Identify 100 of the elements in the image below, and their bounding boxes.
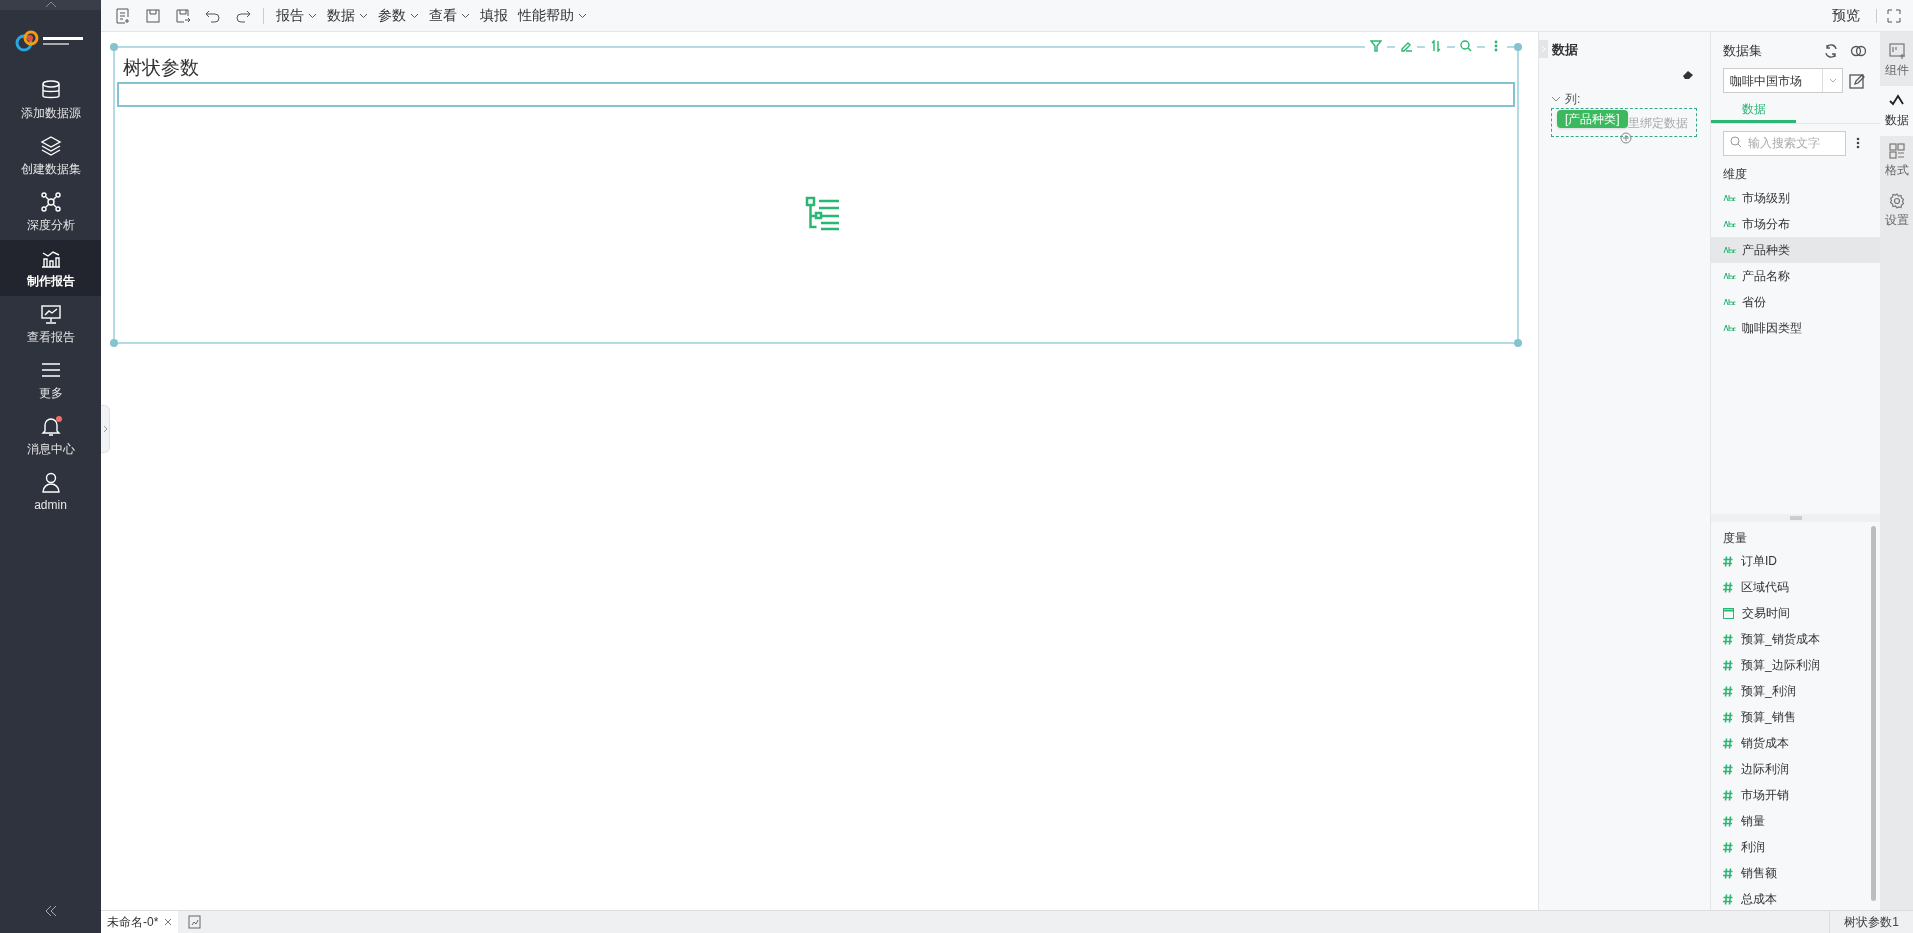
- field-item[interactable]: 订单ID: [1711, 548, 1871, 574]
- new-report-icon[interactable]: [115, 7, 131, 24]
- caret-icon: [461, 12, 470, 19]
- menu-button[interactable]: 填报: [480, 5, 508, 26]
- number-type-icon: [1723, 581, 1733, 593]
- panel-toggle-icon[interactable]: [1541, 45, 1546, 53]
- text-type-icon: [1723, 195, 1736, 201]
- caret-icon: [359, 12, 368, 19]
- layers-icon: [39, 134, 62, 157]
- sidebar-item[interactable]: 查看报告: [0, 296, 101, 352]
- tree-input-field[interactable]: [117, 82, 1515, 107]
- sidebar-item[interactable]: 添加数据源: [0, 72, 101, 128]
- number-type-icon: [1723, 633, 1733, 645]
- refresh-icon[interactable]: [1824, 44, 1838, 58]
- search-field[interactable]: 输入搜索文字: [1723, 130, 1846, 156]
- link-icon[interactable]: [1850, 45, 1868, 57]
- fullscreen-icon[interactable]: [1887, 8, 1901, 23]
- document-tab[interactable]: 未命名-0*: [101, 911, 179, 933]
- chevron-icon[interactable]: [1551, 94, 1561, 104]
- text-type-icon: [1723, 221, 1736, 227]
- save-as-icon[interactable]: [175, 7, 191, 24]
- edit-icon[interactable]: [1849, 72, 1865, 89]
- section-label: 列:: [1565, 91, 1581, 108]
- field-item[interactable]: 预算_销售: [1711, 704, 1871, 730]
- collapse-up-icon[interactable]: [43, 0, 58, 8]
- field-item[interactable]: 总成本: [1711, 886, 1871, 912]
- preview-button[interactable]: 预览: [1826, 5, 1866, 26]
- field-item[interactable]: 销货成本: [1711, 730, 1871, 756]
- sidebar-item[interactable]: 创建数据集: [0, 128, 101, 184]
- resize-handle[interactable]: [110, 43, 118, 51]
- section-label: 度量: [1722, 530, 1748, 547]
- widget-title: 树状参数: [123, 56, 199, 80]
- caret-icon: [308, 12, 317, 19]
- panel-title: 数据: [1552, 41, 1578, 59]
- scrollbar[interactable]: [1871, 526, 1876, 901]
- field-item[interactable]: 产品种类: [1711, 237, 1880, 263]
- sidebar-item[interactable]: 消息中心: [0, 408, 101, 464]
- status-tab[interactable]: 树状参数1: [1829, 911, 1913, 933]
- sidebar-item[interactable]: 制作报告: [0, 240, 101, 296]
- save-icon[interactable]: [145, 7, 161, 24]
- field-item[interactable]: 市场开销: [1711, 782, 1871, 808]
- panel-title: 数据集: [1723, 42, 1763, 61]
- menu-button[interactable]: 报告: [276, 5, 317, 26]
- text-type-icon: [1723, 299, 1736, 305]
- search-icon: [1730, 136, 1742, 148]
- number-type-icon: [1723, 685, 1733, 697]
- menu-button[interactable]: 查看: [429, 5, 470, 26]
- resize-handle[interactable]: [1514, 43, 1522, 51]
- field-item[interactable]: 边际利润: [1711, 756, 1871, 782]
- resize-handle[interactable]: [1514, 339, 1522, 347]
- sidebar-item[interactable]: admin: [0, 464, 101, 520]
- close-icon[interactable]: [164, 918, 173, 926]
- number-type-icon: [1723, 763, 1733, 775]
- resize-handle[interactable]: [110, 339, 118, 347]
- number-type-icon: [1723, 893, 1733, 905]
- text-type-icon: [1723, 247, 1736, 253]
- number-type-icon: [1723, 867, 1733, 879]
- field-item[interactable]: 预算_销货成本: [1711, 626, 1871, 652]
- field-item[interactable]: 产品名称: [1711, 263, 1880, 289]
- collapse-left-icon[interactable]: [43, 905, 58, 917]
- placeholder-text: 里绑定数据: [1628, 114, 1688, 132]
- menu-button[interactable]: 性能帮助: [518, 5, 587, 26]
- calendar-icon: [1723, 607, 1734, 619]
- caret-icon: [410, 12, 419, 19]
- side-tab[interactable]: 设置: [1880, 186, 1913, 236]
- expand-handle[interactable]: [101, 405, 110, 453]
- monitor-icon: [39, 302, 62, 325]
- splitter-handle[interactable]: [1789, 516, 1802, 520]
- more-icon[interactable]: [1856, 136, 1860, 149]
- dataset-select[interactable]: 咖啡中国市场: [1723, 68, 1843, 93]
- text-type-icon: [1723, 325, 1736, 331]
- network-icon: [39, 190, 62, 213]
- side-tab[interactable]: 数据: [1880, 86, 1913, 136]
- add-icon[interactable]: [1620, 132, 1632, 144]
- sidebar-item[interactable]: 更多: [0, 352, 101, 408]
- field-item[interactable]: 交易时间: [1711, 600, 1871, 626]
- widget-frame[interactable]: 树状参数: [113, 46, 1519, 344]
- field-item[interactable]: 咖啡因类型: [1711, 315, 1880, 341]
- number-type-icon: [1723, 711, 1733, 723]
- field-item[interactable]: 市场级别: [1711, 185, 1880, 211]
- menu-button[interactable]: 数据: [327, 5, 368, 26]
- field-item[interactable]: 预算_利润: [1711, 678, 1871, 704]
- eraser-icon[interactable]: [1682, 70, 1694, 80]
- caret-icon: [578, 12, 587, 19]
- number-type-icon: [1723, 841, 1733, 853]
- field-item[interactable]: 销量: [1711, 808, 1871, 834]
- side-tab[interactable]: 组件: [1880, 36, 1913, 86]
- report-icon[interactable]: [188, 915, 202, 929]
- field-item[interactable]: 销售额: [1711, 860, 1871, 886]
- sidebar-item[interactable]: 深度分析: [0, 184, 101, 240]
- field-item[interactable]: 市场分布: [1711, 211, 1880, 237]
- side-tab[interactable]: 格式: [1880, 136, 1913, 186]
- field-item[interactable]: 利润: [1711, 834, 1871, 860]
- field-item[interactable]: 预算_边际利润: [1711, 652, 1871, 678]
- number-type-icon: [1723, 555, 1733, 567]
- field-item[interactable]: 省份: [1711, 289, 1880, 315]
- menu-button[interactable]: 参数: [378, 5, 419, 26]
- number-type-icon: [1723, 815, 1733, 827]
- text-type-icon: [1723, 273, 1736, 279]
- field-item[interactable]: 区域代码: [1711, 574, 1871, 600]
